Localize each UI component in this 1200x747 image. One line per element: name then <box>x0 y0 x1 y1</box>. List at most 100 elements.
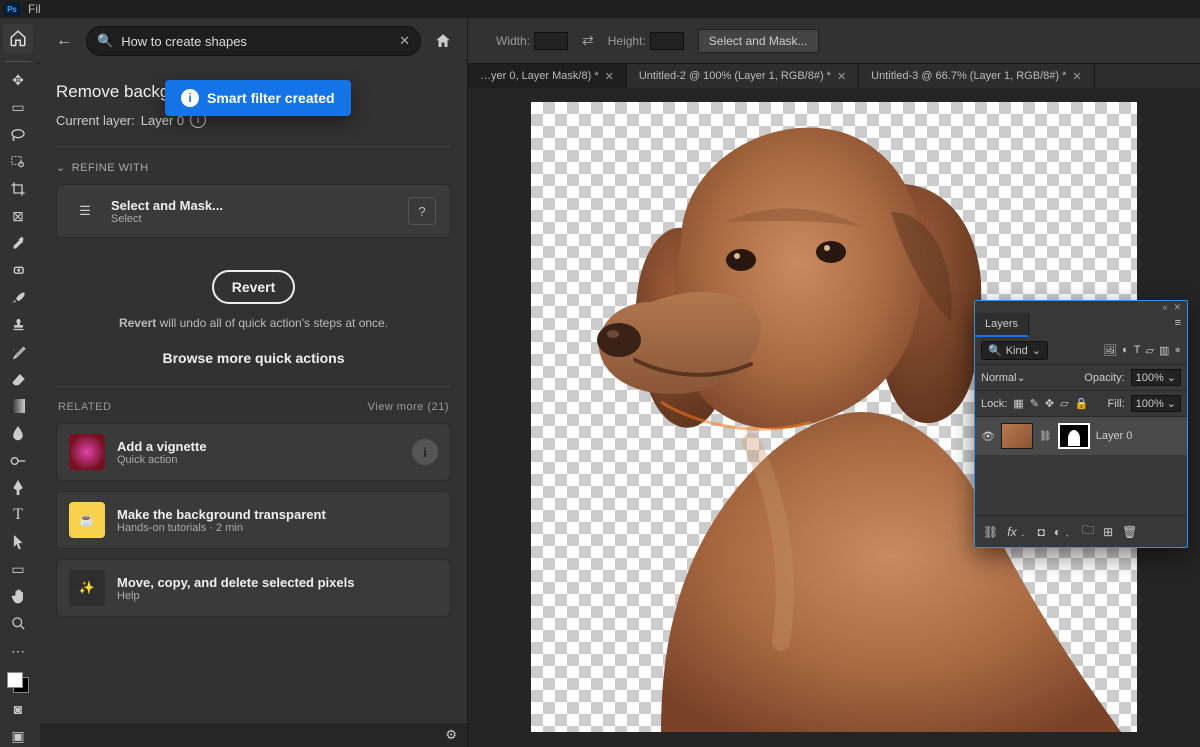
frame-tool-icon[interactable]: ⊠ <box>6 206 30 227</box>
history-brush-tool-icon[interactable] <box>6 342 30 363</box>
zoom-tool-icon[interactable] <box>6 613 30 634</box>
help-icon[interactable]: ? <box>408 197 436 225</box>
eraser-tool-icon[interactable] <box>6 369 30 390</box>
delete-icon[interactable]: 🗑 <box>1122 525 1137 539</box>
toast-notification: i Smart filter created <box>165 80 351 116</box>
search-field[interactable]: 🔍 ✕ <box>86 26 421 56</box>
opacity-label: Opacity: <box>1084 372 1124 384</box>
document-tab[interactable]: …yer 0, Layer Mask/8) * ✕ <box>468 64 627 88</box>
panel-menu-icon[interactable]: ≡ <box>1169 313 1187 333</box>
back-button[interactable]: ← <box>50 27 78 55</box>
tab-label: Untitled-2 @ 100% (Layer 1, RGB/8#) * <box>639 70 831 82</box>
revert-note: Revert will undo all of quick action's s… <box>56 316 451 330</box>
filter-smart-icon[interactable]: ▥ <box>1159 344 1169 357</box>
visibility-icon[interactable]: 👁 <box>981 430 995 443</box>
tab-label: …yer 0, Layer Mask/8) * <box>480 70 599 82</box>
add-mask-icon[interactable]: ◘ <box>1038 525 1045 539</box>
select-and-mask-button[interactable]: Select and Mask... <box>698 29 819 53</box>
screen-mode-icon[interactable]: ▣ <box>6 726 30 747</box>
color-swatches[interactable] <box>7 672 29 693</box>
chevron-down-icon[interactable]: ⌄ <box>56 161 66 174</box>
related-item[interactable]: Add a vignetteQuick action i <box>56 423 451 481</box>
related-item[interactable]: ✨ Move, copy, and delete selected pixels… <box>56 559 451 617</box>
filter-adjust-icon[interactable]: ◐ <box>1122 344 1129 357</box>
width-input[interactable] <box>534 32 568 50</box>
marquee-tool-icon[interactable]: ▭ <box>6 97 30 118</box>
gear-icon[interactable]: ⚙ <box>445 727 457 743</box>
crop-tool-icon[interactable] <box>6 179 30 200</box>
layers-panel[interactable]: «✕ Layers≡ 🔍 Kind ⌄ 🖼 ◐ T ▱ ▥ ● Normal⌄ … <box>974 300 1188 548</box>
shape-tool-icon[interactable]: ▭ <box>6 559 30 580</box>
close-icon[interactable]: ✕ <box>1072 70 1081 83</box>
document-tab[interactable]: Untitled-2 @ 100% (Layer 1, RGB/8#) * ✕ <box>627 64 859 88</box>
revert-button[interactable]: Revert <box>212 270 296 304</box>
move-tool-icon[interactable]: ✥ <box>6 70 30 91</box>
more-tools-icon[interactable]: ⋯ <box>6 640 30 661</box>
link-icon[interactable]: ⛓ <box>1039 431 1052 442</box>
refine-card[interactable]: ☰ Select and Mask... Select ? <box>56 184 451 238</box>
lock-transparent-icon[interactable]: ▦ <box>1013 397 1023 410</box>
layer-row[interactable]: 👁 ⛓ Layer 0 <box>975 417 1187 455</box>
quick-select-tool-icon[interactable] <box>6 151 30 172</box>
quick-mask-icon[interactable]: ◙ <box>6 699 30 720</box>
info-icon: i <box>181 89 199 107</box>
filter-type-icon[interactable]: T <box>1134 344 1141 357</box>
group-icon[interactable]: 🗀 <box>1082 521 1094 542</box>
close-icon[interactable]: ✕ <box>605 70 614 83</box>
height-input[interactable] <box>650 32 684 50</box>
blur-tool-icon[interactable] <box>6 423 30 444</box>
brush-tool-icon[interactable] <box>6 287 30 308</box>
lock-position-icon[interactable]: ✥ <box>1045 397 1054 410</box>
menubar: Ps Fil <box>0 0 1200 18</box>
new-layer-icon[interactable]: ⊞ <box>1103 525 1113 539</box>
adjustment-icon[interactable]: ◐﹒ <box>1054 523 1073 540</box>
lock-paint-icon[interactable]: ✎ <box>1030 397 1039 410</box>
lock-all-icon[interactable]: 🔒 <box>1075 397 1089 410</box>
close-icon[interactable]: ✕ <box>1173 302 1181 313</box>
pen-tool-icon[interactable] <box>6 477 30 498</box>
layers-tab[interactable]: Layers <box>975 313 1029 337</box>
filter-toggle-icon[interactable]: ● <box>1174 344 1181 357</box>
mask-thumbnail[interactable] <box>1058 423 1090 449</box>
lock-label: Lock: <box>981 398 1007 410</box>
filter-kind-select[interactable]: 🔍 Kind ⌄ <box>981 341 1048 360</box>
path-select-tool-icon[interactable] <box>6 532 30 553</box>
home-icon[interactable] <box>429 27 457 55</box>
stamp-tool-icon[interactable] <box>6 314 30 335</box>
dodge-tool-icon[interactable] <box>6 450 30 471</box>
browse-more-link[interactable]: Browse more quick actions <box>56 350 451 366</box>
refine-card-sub: Select <box>111 213 223 225</box>
document-tab[interactable]: Untitled-3 @ 66.7% (Layer 1, RGB/8#) * ✕ <box>859 64 1094 88</box>
swap-dimensions-icon[interactable]: ⇄ <box>582 32 594 49</box>
type-tool-icon[interactable]: T <box>6 505 30 526</box>
clear-icon[interactable]: ✕ <box>399 33 410 49</box>
gradient-tool-icon[interactable] <box>6 396 30 417</box>
link-layers-icon[interactable]: ⛓ <box>983 525 998 539</box>
related-sub: Quick action <box>117 454 207 466</box>
collapse-icon[interactable]: « <box>1162 302 1167 312</box>
filter-shape-icon[interactable]: ▱ <box>1145 344 1153 357</box>
tab-label: Untitled-3 @ 66.7% (Layer 1, RGB/8#) * <box>871 70 1066 82</box>
select-mask-icon: ☰ <box>71 199 99 223</box>
healing-brush-tool-icon[interactable] <box>6 260 30 281</box>
filter-pixel-icon[interactable]: 🖼 <box>1103 344 1117 357</box>
layer-thumbnail[interactable] <box>1001 423 1033 449</box>
related-header: RELATED <box>58 401 111 413</box>
lock-artboard-icon[interactable]: ▱ <box>1060 397 1068 410</box>
menu-item[interactable]: Fil <box>28 2 41 16</box>
opacity-input[interactable]: 100%⌄ <box>1131 369 1181 386</box>
related-item[interactable]: ☕ Make the background transparentHands-o… <box>56 491 451 549</box>
layer-name[interactable]: Layer 0 <box>1096 430 1133 442</box>
eyedropper-tool-icon[interactable] <box>6 233 30 254</box>
current-layer-label: Current layer: <box>56 113 135 128</box>
lasso-tool-icon[interactable] <box>6 124 30 145</box>
search-input[interactable] <box>121 34 391 49</box>
home-button[interactable] <box>3 24 33 53</box>
view-more-link[interactable]: View more (21) <box>368 401 449 413</box>
fill-input[interactable]: 100%⌄ <box>1131 395 1181 412</box>
info-icon[interactable]: i <box>412 439 438 465</box>
fx-icon[interactable]: fx﹒ <box>1007 523 1028 540</box>
close-icon[interactable]: ✕ <box>837 70 846 83</box>
blend-mode-select[interactable]: Normal⌄ <box>981 371 1078 384</box>
hand-tool-icon[interactable] <box>6 586 30 607</box>
